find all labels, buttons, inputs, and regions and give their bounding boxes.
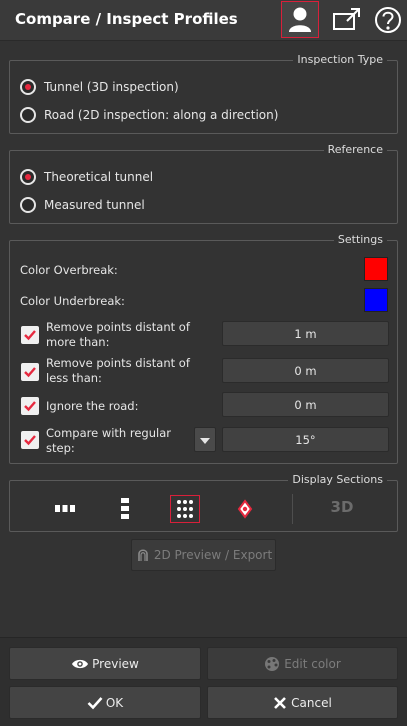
radio-tunnel-3d[interactable]: Tunnel (3D inspection) (20, 77, 179, 97)
remove-near-points-checkbox[interactable] (21, 363, 39, 381)
checkmark-icon (24, 435, 36, 446)
radio-measured-tunnel[interactable]: Measured tunnel (20, 195, 145, 215)
radio-button[interactable] (20, 169, 36, 185)
inspection-type-group: Inspection Type Tunnel (3D inspection) R… (9, 53, 398, 134)
checkmark-icon (87, 696, 103, 709)
eye-icon (72, 659, 89, 668)
help-button[interactable] (369, 1, 407, 38)
help-icon (375, 7, 401, 33)
ignore-road-checkbox[interactable] (21, 397, 39, 415)
checkmark-icon (24, 330, 36, 341)
remove-near-points-label: Remove points distant of less than: (46, 356, 190, 385)
ok-label: OK (105, 695, 124, 710)
user-icon (289, 7, 311, 32)
radio-label: Road (2D inspection: along a direction) (44, 108, 279, 122)
regular-step-label: Compare with regular step: (46, 426, 171, 455)
regular-step-checkbox[interactable] (21, 431, 39, 449)
checkmark-icon (24, 367, 36, 378)
radio-button[interactable] (20, 79, 36, 95)
remove-far-points-label: Remove points distant of more than: (46, 320, 190, 349)
close-icon (274, 696, 287, 709)
preview-export-2d-label: 2D Preview / Export (153, 548, 273, 562)
reference-group: Reference Theoretical tunnel Measured tu… (9, 143, 398, 224)
section-single-button[interactable] (230, 495, 260, 523)
radio-road-2d[interactable]: Road (2D inspection: along a direction) (20, 105, 278, 125)
export-window-icon (333, 8, 360, 30)
regular-step-input[interactable]: 15° (222, 427, 389, 452)
export-window-button[interactable] (327, 1, 365, 38)
underbreak-color-swatch[interactable] (364, 288, 388, 312)
preview-button[interactable]: Preview (9, 647, 201, 680)
section-single-icon (237, 499, 253, 519)
remove-far-points-checkbox[interactable] (21, 326, 39, 344)
sections-grid-icon (177, 500, 193, 518)
sections-vertical-button[interactable] (110, 495, 140, 523)
edit-color-button[interactable]: Edit color (207, 647, 398, 680)
dialog-header: Compare / Inspect Profiles (0, 0, 407, 41)
radio-label: Measured tunnel (44, 198, 145, 212)
settings-group: Settings Color Overbreak: Color Underbre… (9, 233, 398, 464)
preview-export-2d-button[interactable]: 2D Preview / Export (131, 539, 276, 571)
overbreak-label: Color Overbreak: (20, 263, 118, 277)
checkmark-icon (24, 401, 36, 412)
edit-color-label: Edit color (284, 656, 341, 671)
preview-label: Preview (92, 656, 139, 671)
radio-label: Theoretical tunnel (44, 170, 154, 184)
radio-button[interactable] (20, 197, 36, 213)
profile-export-icon (138, 549, 148, 561)
remove-near-points-input[interactable]: 0 m (222, 358, 389, 383)
user-profile-button[interactable] (281, 1, 319, 38)
radio-button[interactable] (20, 107, 36, 123)
radio-label: Tunnel (3D inspection) (44, 80, 179, 94)
cancel-button[interactable]: Cancel (207, 686, 398, 719)
regular-step-dropdown[interactable] (194, 427, 216, 452)
dialog-title: Compare / Inspect Profiles (15, 10, 238, 28)
sections-vertical-icon (121, 498, 129, 519)
sections-grid-button[interactable] (170, 495, 200, 523)
cancel-label: Cancel (291, 695, 332, 710)
sections-divider (292, 494, 293, 524)
display-sections-legend: Display Sections (288, 473, 387, 486)
overbreak-color-swatch[interactable] (364, 257, 388, 281)
view-3d-button[interactable]: 3D (322, 498, 362, 516)
inspection-type-legend: Inspection Type (293, 53, 387, 66)
sections-horizontal-icon (55, 505, 75, 512)
ignore-road-label: Ignore the road: (46, 399, 139, 413)
sections-horizontal-button[interactable] (50, 495, 80, 523)
ignore-road-input[interactable]: 0 m (222, 392, 389, 417)
ok-button[interactable]: OK (9, 686, 201, 719)
reference-legend: Reference (323, 143, 387, 156)
settings-legend: Settings (333, 233, 387, 246)
underbreak-label: Color Underbreak: (20, 294, 125, 308)
remove-far-points-input[interactable]: 1 m (222, 321, 389, 346)
palette-icon (265, 656, 280, 671)
radio-theoretical-tunnel[interactable]: Theoretical tunnel (20, 167, 153, 187)
